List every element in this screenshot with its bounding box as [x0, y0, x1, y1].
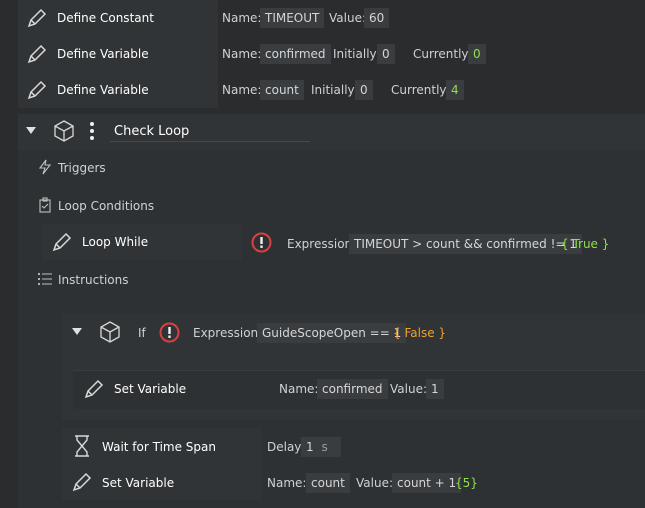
- name-field[interactable]: confirmed: [317, 379, 388, 399]
- name-label: Name:: [222, 11, 262, 25]
- name-label: Name:: [279, 382, 319, 396]
- expression-label: Expression:: [193, 326, 263, 340]
- pencil-icon: [72, 472, 92, 492]
- expression-result: { True }: [561, 237, 610, 251]
- loop-title[interactable]: Check Loop: [114, 124, 189, 139]
- error-icon: [251, 232, 272, 253]
- name-label: Name:: [222, 47, 262, 61]
- loop-conditions-label[interactable]: Loop Conditions: [58, 199, 154, 213]
- initially-field[interactable]: 0: [377, 44, 395, 64]
- cube-icon: [100, 321, 120, 343]
- expression-result: { False }: [393, 326, 447, 340]
- value-label: Value:: [356, 476, 393, 490]
- name-field[interactable]: count: [260, 80, 304, 100]
- pencil-icon: [27, 8, 47, 28]
- title-underline: [110, 141, 310, 142]
- delay-field[interactable]: 1 s: [301, 437, 341, 457]
- wait-title: Wait for Time Span: [102, 440, 216, 454]
- value-result: {5}: [455, 476, 478, 490]
- currently-field: 4: [446, 80, 464, 100]
- initially-field[interactable]: 0: [355, 80, 373, 100]
- clipboard-icon: [39, 197, 51, 213]
- instructions-label[interactable]: Instructions: [58, 273, 128, 287]
- pencil-icon: [27, 44, 47, 64]
- lightning-icon: [38, 159, 52, 175]
- value-label: Value:: [329, 11, 366, 25]
- if-label: If: [138, 326, 146, 340]
- triggers-label[interactable]: Triggers: [58, 161, 106, 175]
- loop-while-title: Loop While: [82, 235, 149, 249]
- name-label: Name:: [222, 83, 262, 97]
- name-field[interactable]: count: [306, 473, 350, 493]
- name-field[interactable]: TIMEOUT: [260, 8, 325, 28]
- value-field[interactable]: count + 1: [392, 473, 462, 493]
- value-field[interactable]: 60: [364, 8, 390, 28]
- initially-label: Initially:: [333, 47, 380, 61]
- pencil-icon: [52, 232, 72, 252]
- row-title: Define Variable: [57, 47, 149, 61]
- value-field[interactable]: 1: [426, 379, 444, 399]
- expression-field[interactable]: TIMEOUT > count && confirmed != 1: [349, 234, 582, 254]
- initially-label: Initially:: [311, 83, 358, 97]
- expression-label: Expression:: [287, 237, 357, 251]
- set-variable-title: Set Variable: [102, 476, 175, 490]
- delay-unit: s: [321, 440, 328, 454]
- error-icon: [159, 322, 180, 343]
- row-title: Define Variable: [57, 83, 149, 97]
- value-label: Value:: [390, 382, 427, 396]
- row-title: Define Constant: [57, 11, 154, 25]
- delay-value: 1: [306, 440, 314, 454]
- expression-field[interactable]: GuideScopeOpen == 1: [257, 323, 407, 343]
- hourglass-icon: [75, 435, 89, 457]
- set-variable-title: Set Variable: [114, 382, 187, 396]
- list-icon: [37, 272, 52, 286]
- pencil-icon: [27, 80, 47, 100]
- currently-field: 0: [468, 44, 486, 64]
- currently-label: Currently:: [413, 47, 472, 61]
- name-field[interactable]: confirmed: [260, 44, 331, 64]
- currently-label: Currently:: [391, 83, 450, 97]
- loop-header[interactable]: [18, 114, 645, 150]
- cube-icon: [54, 120, 74, 142]
- pencil-icon: [84, 379, 104, 399]
- more-options-icon[interactable]: [88, 120, 96, 142]
- name-label: Name:: [267, 476, 307, 490]
- delay-label: Delay: [267, 440, 302, 454]
- collapse-triangle-icon[interactable]: [25, 126, 37, 136]
- collapse-triangle-icon[interactable]: [71, 327, 83, 337]
